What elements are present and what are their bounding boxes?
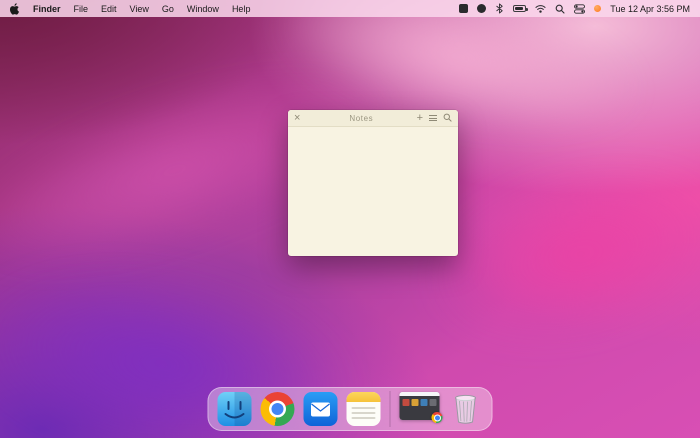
close-icon[interactable]: ×	[294, 112, 306, 124]
chrome-badge-icon	[431, 412, 443, 423]
menu-edit[interactable]: Edit	[101, 4, 117, 14]
bluetooth-icon[interactable]	[495, 3, 504, 14]
battery-icon[interactable]	[513, 3, 528, 14]
menu-go[interactable]: Go	[162, 4, 174, 14]
notes-menu-icon[interactable]	[429, 115, 437, 121]
menu-bar-status-area: Tue 12 Apr 3:56 PM	[459, 3, 690, 14]
menu-finder[interactable]: Finder	[33, 4, 61, 14]
menu-file[interactable]: File	[74, 4, 89, 14]
dock-trash-icon[interactable]	[449, 392, 483, 426]
menu-bar-left: Finder File Edit View Go Window Help	[10, 2, 251, 15]
dock-mail-icon[interactable]	[303, 392, 338, 426]
notes-window-actions: +	[417, 109, 452, 127]
apple-menu-icon[interactable]	[10, 2, 20, 15]
desktop: Finder File Edit View Go Window Help Tue…	[0, 0, 700, 438]
notes-search-icon[interactable]	[443, 109, 452, 127]
notes-window: × Notes +	[288, 110, 458, 256]
menu-window[interactable]: Window	[187, 4, 219, 14]
menu-extra-square-icon[interactable]	[459, 3, 469, 14]
note-body[interactable]	[288, 127, 458, 256]
microphone-indicator-icon	[594, 3, 602, 14]
spotlight-search-icon[interactable]	[555, 3, 565, 14]
dock-notes-icon[interactable]	[346, 392, 381, 426]
menu-bar-clock[interactable]: Tue 12 Apr 3:56 PM	[610, 4, 690, 14]
dock-chrome-icon[interactable]	[260, 392, 295, 426]
menu-help[interactable]: Help	[232, 4, 251, 14]
new-note-icon[interactable]: +	[417, 112, 423, 124]
wifi-icon[interactable]	[535, 3, 546, 14]
notes-window-titlebar[interactable]: × Notes +	[288, 110, 458, 127]
dock-separator	[389, 391, 391, 427]
dock	[207, 387, 493, 431]
menu-bar: Finder File Edit View Go Window Help Tue…	[0, 0, 700, 17]
menu-extra-circle-icon[interactable]	[477, 3, 487, 14]
menu-view[interactable]: View	[130, 4, 149, 14]
dock-minimized-window-thumbnail[interactable]	[399, 392, 443, 426]
control-center-icon[interactable]	[574, 3, 586, 14]
dock-finder-icon[interactable]	[217, 392, 252, 426]
notes-window-title: Notes	[349, 113, 374, 123]
